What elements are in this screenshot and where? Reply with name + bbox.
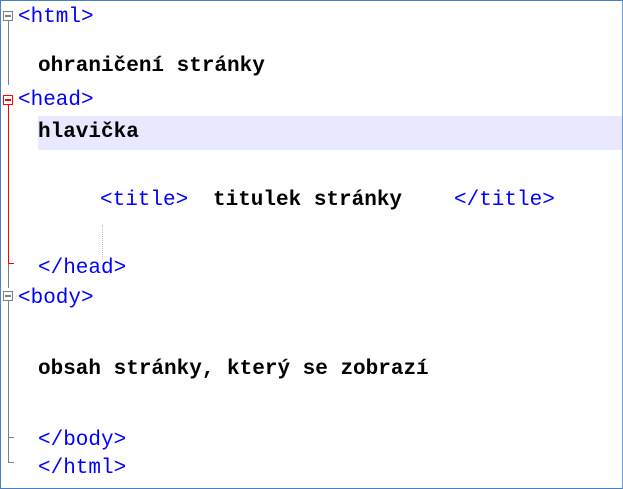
tag-title-close: </title> bbox=[454, 189, 555, 212]
tag-title-open: <title> bbox=[100, 189, 189, 212]
tag-head-close: </head> bbox=[38, 257, 127, 280]
tag-body-close: </body> bbox=[38, 429, 127, 452]
code-line: </html> bbox=[1, 452, 622, 486]
code-area[interactable]: <html> ohraničení stránky <head> hlavičk… bbox=[1, 1, 622, 488]
line-text: hlavička bbox=[38, 121, 139, 144]
code-line: </head> bbox=[1, 252, 622, 286]
line-text: obsah stránky, který se zobrazí bbox=[38, 358, 429, 381]
line-text: ohraničení stránky bbox=[38, 55, 265, 78]
code-line: <body> bbox=[1, 282, 622, 316]
title-text: titulek stránky bbox=[213, 189, 403, 212]
code-line: obsah stránky, který se zobrazí bbox=[1, 353, 622, 387]
code-editor[interactable]: <html> ohraničení stránky <head> hlavičk… bbox=[0, 0, 623, 489]
tag-body-open: <body> bbox=[18, 287, 94, 310]
code-line: ohraničení stránky bbox=[1, 50, 622, 84]
tag-html-close: </html> bbox=[38, 457, 127, 480]
code-line: <head> bbox=[1, 84, 622, 118]
tag-html-open: <html> bbox=[18, 6, 94, 29]
current-line: hlavička bbox=[38, 116, 622, 150]
code-line: <html> bbox=[1, 1, 622, 35]
tag-head-open: <head> bbox=[18, 89, 94, 112]
code-line: <title> titulek stránky </title> bbox=[1, 184, 622, 218]
